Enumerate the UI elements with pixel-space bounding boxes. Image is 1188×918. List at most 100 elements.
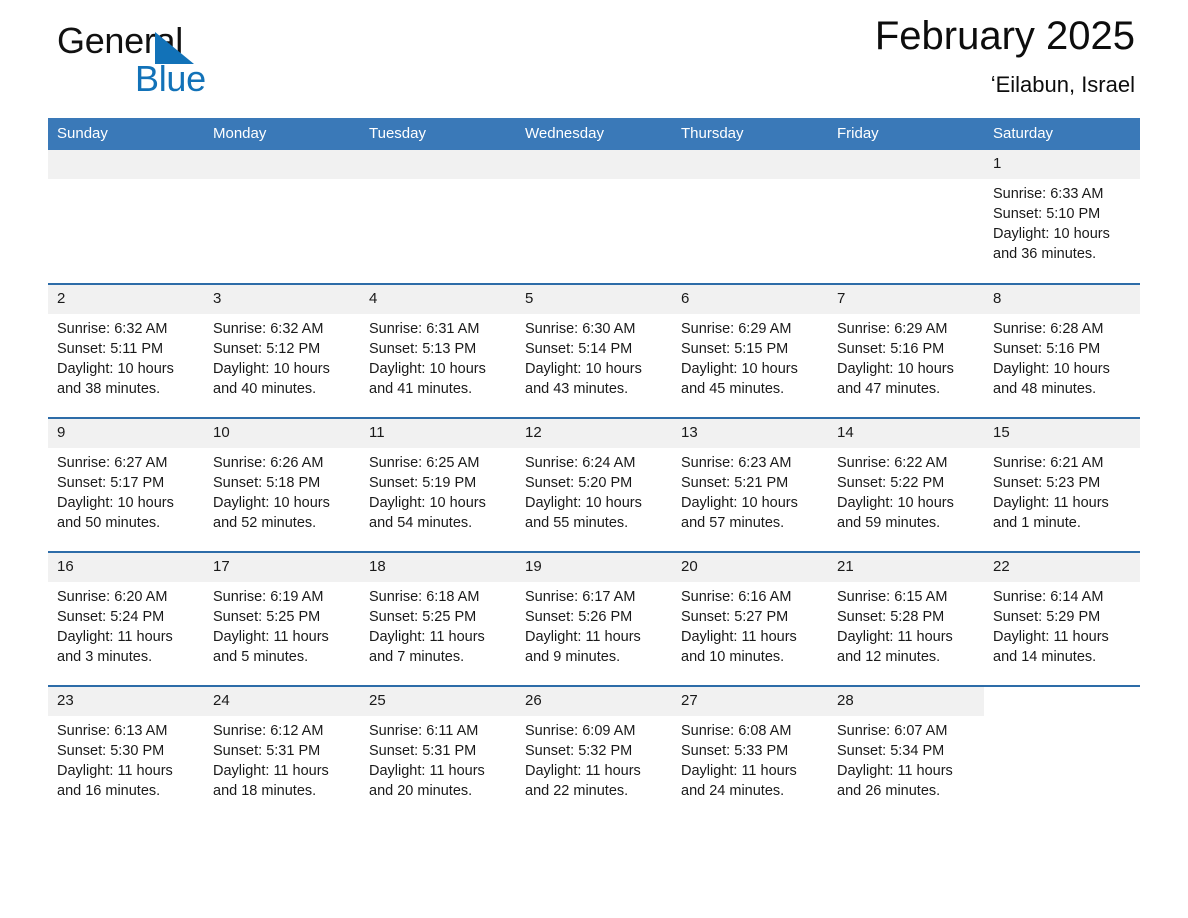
calendar-day-cell[interactable]: 24 Sunrise: 6:12 AM Sunset: 5:31 PM Dayligh… — [204, 685, 360, 820]
day-number: 1 — [984, 150, 1140, 179]
day-sun-info: Sunrise: 6:20 AM Sunset: 5:24 PM Daylight:… — [48, 582, 204, 667]
sunset-text: Sunset: 5:17 PM — [57, 475, 165, 491]
sunrise-text: Sunrise: 6:23 AM — [681, 455, 792, 471]
calendar-day-cell[interactable]: 5 Sunrise: 6:30 AM Sunset: 5:14 PM Daylight… — [516, 283, 672, 418]
day-number: 6 — [672, 285, 828, 314]
day-number: 19 — [516, 553, 672, 582]
month-calendar-table: Sunday Monday Tuesday Wednesday Thursday… — [48, 118, 1140, 820]
sunrise-text: Sunrise: 6:16 AM — [681, 589, 792, 605]
calendar-day-cell[interactable]: 19 Sunrise: 6:17 AM Sunset: 5:26 PM Dayligh… — [516, 551, 672, 686]
day-sun-info: Sunrise: 6:25 AM Sunset: 5:19 PM Daylight:… — [360, 448, 516, 533]
sunrise-text: Sunrise: 6:32 AM — [57, 321, 168, 337]
day-number: 9 — [48, 419, 204, 448]
sunset-text: Sunset: 5:27 PM — [681, 609, 789, 625]
sunset-text: Sunset: 5:24 PM — [57, 609, 165, 625]
sunrise-text: Sunrise: 6:29 AM — [681, 321, 792, 337]
calendar-day-cell[interactable]: 22 Sunrise: 6:14 AM Sunset: 5:29 PM Dayligh… — [984, 551, 1140, 686]
calendar-day-cell[interactable]: 23 Sunrise: 6:13 AM Sunset: 5:30 PM Dayligh… — [48, 685, 204, 820]
sunrise-text: Sunrise: 6:31 AM — [369, 321, 480, 337]
sunrise-text: Sunrise: 6:15 AM — [837, 589, 948, 605]
sunrise-text: Sunrise: 6:17 AM — [525, 589, 636, 605]
calendar-day-cell[interactable]: 2 Sunrise: 6:32 AM Sunset: 5:11 PM Daylight… — [48, 283, 204, 418]
weekday-header-friday: Friday — [828, 118, 984, 150]
calendar-empty-cell — [48, 150, 204, 284]
sunrise-text: Sunrise: 6:19 AM — [213, 589, 324, 605]
day-number: 8 — [984, 285, 1140, 314]
sunset-text: Sunset: 5:31 PM — [213, 743, 321, 759]
calendar-day-cell[interactable]: 20 Sunrise: 6:16 AM Sunset: 5:27 PM Dayligh… — [672, 551, 828, 686]
calendar-day-cell[interactable]: 17 Sunrise: 6:19 AM Sunset: 5:25 PM Dayligh… — [204, 551, 360, 686]
calendar-day-cell[interactable]: 1 Sunrise: 6:33 AM Sunset: 5:10 PM Daylight… — [984, 150, 1140, 284]
day-sun-info: Sunrise: 6:23 AM Sunset: 5:21 PM Daylight:… — [672, 448, 828, 533]
calendar-day-cell[interactable]: 13 Sunrise: 6:23 AM Sunset: 5:21 PM Dayligh… — [672, 417, 828, 552]
sunrise-text: Sunrise: 6:12 AM — [213, 723, 324, 739]
sunrise-text: Sunrise: 6:33 AM — [993, 186, 1104, 202]
day-sun-info: Sunrise: 6:16 AM Sunset: 5:27 PM Daylight:… — [672, 582, 828, 667]
sunset-text: Sunset: 5:26 PM — [525, 609, 633, 625]
calendar-day-cell[interactable]: 12 Sunrise: 6:24 AM Sunset: 5:20 PM Dayligh… — [516, 417, 672, 552]
day-number — [360, 150, 516, 179]
day-sun-info: Sunrise: 6:11 AM Sunset: 5:31 PM Daylight:… — [360, 716, 516, 801]
sunset-text: Sunset: 5:34 PM — [837, 743, 945, 759]
daylight-text: Daylight: 10 hours and 43 minutes. — [525, 361, 642, 397]
calendar-day-cell[interactable]: 21 Sunrise: 6:15 AM Sunset: 5:28 PM Dayligh… — [828, 551, 984, 686]
weekday-header-tuesday: Tuesday — [360, 118, 516, 150]
day-number: 3 — [204, 285, 360, 314]
day-sun-info: Sunrise: 6:28 AM Sunset: 5:16 PM Daylight:… — [984, 314, 1140, 399]
daylight-text: Daylight: 11 hours and 5 minutes. — [213, 629, 329, 665]
daylight-text: Daylight: 11 hours and 18 minutes. — [213, 763, 329, 799]
calendar-day-cell[interactable]: 14 Sunrise: 6:22 AM Sunset: 5:22 PM Dayligh… — [828, 417, 984, 552]
calendar-day-cell[interactable]: 3 Sunrise: 6:32 AM Sunset: 5:12 PM Daylight… — [204, 283, 360, 418]
daylight-text: Daylight: 11 hours and 20 minutes. — [369, 763, 485, 799]
sunrise-text: Sunrise: 6:30 AM — [525, 321, 636, 337]
sunset-text: Sunset: 5:15 PM — [681, 341, 789, 357]
day-sun-info: Sunrise: 6:14 AM Sunset: 5:29 PM Daylight:… — [984, 582, 1140, 667]
calendar-day-cell[interactable]: 15 Sunrise: 6:21 AM Sunset: 5:23 PM Dayligh… — [984, 417, 1140, 552]
day-sun-info: Sunrise: 6:30 AM Sunset: 5:14 PM Daylight:… — [516, 314, 672, 399]
day-number: 17 — [204, 553, 360, 582]
sunset-text: Sunset: 5:12 PM — [213, 341, 321, 357]
day-sun-info: Sunrise: 6:32 AM Sunset: 5:11 PM Daylight:… — [48, 314, 204, 399]
daylight-text: Daylight: 11 hours and 26 minutes. — [837, 763, 953, 799]
calendar-day-cell[interactable]: 28 Sunrise: 6:07 AM Sunset: 5:34 PM Dayligh… — [828, 685, 984, 820]
calendar-day-cell[interactable]: 18 Sunrise: 6:18 AM Sunset: 5:25 PM Dayligh… — [360, 551, 516, 686]
calendar-day-cell[interactable]: 7 Sunrise: 6:29 AM Sunset: 5:16 PM Daylight… — [828, 283, 984, 418]
weekday-header-sunday: Sunday — [48, 118, 204, 150]
day-number: 23 — [48, 687, 204, 716]
general-blue-logo[interactable]: General Blue — [57, 19, 377, 105]
calendar-day-cell[interactable]: 27 Sunrise: 6:08 AM Sunset: 5:33 PM Dayligh… — [672, 685, 828, 820]
daylight-text: Daylight: 11 hours and 9 minutes. — [525, 629, 641, 665]
day-number: 21 — [828, 553, 984, 582]
calendar-day-cell[interactable]: 11 Sunrise: 6:25 AM Sunset: 5:19 PM Dayligh… — [360, 417, 516, 552]
calendar-day-cell[interactable]: 6 Sunrise: 6:29 AM Sunset: 5:15 PM Daylight… — [672, 283, 828, 418]
day-number — [672, 150, 828, 179]
calendar-day-cell[interactable]: 25 Sunrise: 6:11 AM Sunset: 5:31 PM Dayligh… — [360, 685, 516, 820]
calendar-day-cell[interactable]: 16 Sunrise: 6:20 AM Sunset: 5:24 PM Dayligh… — [48, 551, 204, 686]
calendar-day-cell[interactable]: 10 Sunrise: 6:26 AM Sunset: 5:18 PM Dayligh… — [204, 417, 360, 552]
sunset-text: Sunset: 5:29 PM — [993, 609, 1101, 625]
calendar-day-cell[interactable]: 4 Sunrise: 6:31 AM Sunset: 5:13 PM Daylight… — [360, 283, 516, 418]
sunrise-text: Sunrise: 6:20 AM — [57, 589, 168, 605]
daylight-text: Daylight: 11 hours and 16 minutes. — [57, 763, 173, 799]
sunrise-text: Sunrise: 6:08 AM — [681, 723, 792, 739]
daylight-text: Daylight: 11 hours and 1 minute. — [993, 495, 1109, 531]
day-sun-info: Sunrise: 6:32 AM Sunset: 5:12 PM Daylight:… — [204, 314, 360, 399]
weekday-header-monday: Monday — [204, 118, 360, 150]
day-number: 28 — [828, 687, 984, 716]
daylight-text: Daylight: 10 hours and 38 minutes. — [57, 361, 174, 397]
calendar-day-cell[interactable]: 9 Sunrise: 6:27 AM Sunset: 5:17 PM Daylight… — [48, 417, 204, 552]
day-sun-info: Sunrise: 6:19 AM Sunset: 5:25 PM Daylight:… — [204, 582, 360, 667]
day-number: 20 — [672, 553, 828, 582]
daylight-text: Daylight: 10 hours and 55 minutes. — [525, 495, 642, 531]
calendar-day-cell[interactable]: 8 Sunrise: 6:28 AM Sunset: 5:16 PM Daylight… — [984, 283, 1140, 418]
calendar-day-cell[interactable]: 26 Sunrise: 6:09 AM Sunset: 5:32 PM Dayligh… — [516, 685, 672, 820]
daylight-text: Daylight: 10 hours and 41 minutes. — [369, 361, 486, 397]
day-sun-info: Sunrise: 6:31 AM Sunset: 5:13 PM Daylight:… — [360, 314, 516, 399]
day-number: 10 — [204, 419, 360, 448]
calendar-empty-cell — [828, 150, 984, 284]
sunrise-text: Sunrise: 6:29 AM — [837, 321, 948, 337]
day-sun-info: Sunrise: 6:07 AM Sunset: 5:34 PM Daylight:… — [828, 716, 984, 801]
sunset-text: Sunset: 5:25 PM — [213, 609, 321, 625]
day-sun-info: Sunrise: 6:24 AM Sunset: 5:20 PM Daylight:… — [516, 448, 672, 533]
calendar-week-row: 1 Sunrise: 6:33 AM Sunset: 5:10 PM Daylight… — [48, 150, 1140, 284]
